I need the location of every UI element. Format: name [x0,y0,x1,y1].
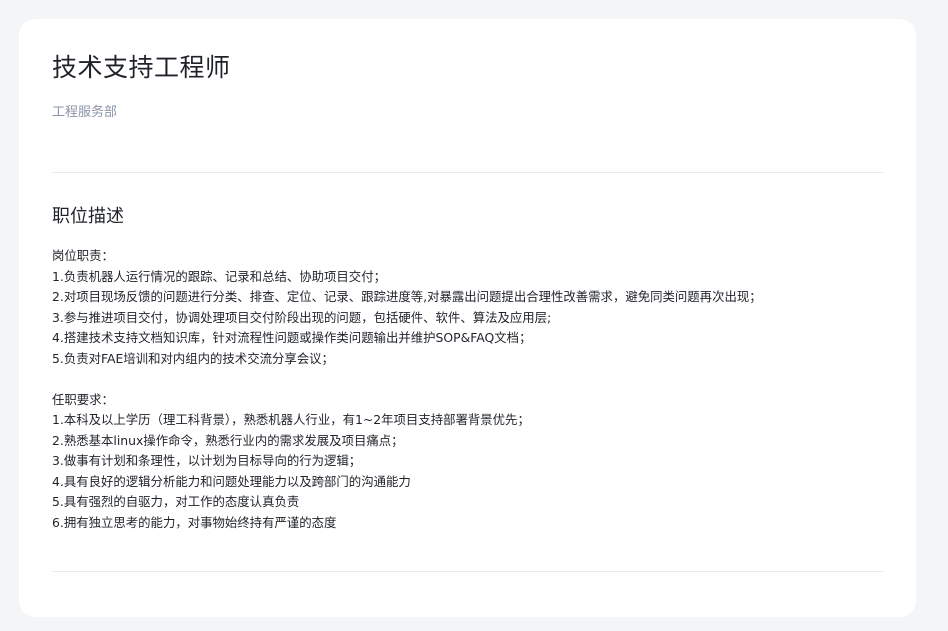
requirement-item: 4.具有良好的逻辑分析能力和问题处理能力以及跨部门的沟通能力 [52,473,411,489]
requirement-item: 6.拥有独立思考的能力，对事物始终持有严谨的态度 [52,514,337,530]
section-heading-job-description: 职位描述 [52,206,124,227]
requirement-item: 2.熟悉基本linux操作命令，熟悉行业内的需求发展及项目痛点； [52,432,404,448]
requirement-item: 1.本科及以上学历（理工科背景），熟悉机器人行业，有1~2年项目支持部署背景优先… [52,412,530,427]
requirement-item: 5.具有强烈的自驱力，对工作的态度认真负责 [52,494,300,509]
divider [52,172,883,173]
job-detail-card: 技术支持工程师 工程服务部 职位描述 岗位职责： 1.负责机器人运行情况的跟踪、… [19,19,916,617]
responsibility-item: 4.搭建技术支持文档知识库，针对流程性问题或操作类问题输出并维护SOP&FAQ文… [52,330,532,345]
job-description-body: 岗位职责： 1.负责机器人运行情况的跟踪、记录和总结、协助项目交付； 2.对项目… [52,246,883,533]
department-label: 工程服务部 [52,105,118,120]
requirement-item: 3.做事有计划和条理性，以计划为目标导向的行为逻辑； [52,453,362,468]
responsibility-item: 1.负责机器人运行情况的跟踪、记录和总结、协助项目交付； [52,268,386,284]
responsibility-item: 2.对项目现场反馈的问题进行分类、排查、定位、记录、跟踪进度等,对暴露出问题提出… [52,289,762,304]
job-title: 技术支持工程师 [52,53,231,82]
responsibility-item: 3.参与推进项目交付，协调处理项目交付阶段出现的问题，包括硬件、软件、算法及应用… [52,309,552,325]
responsibilities-label: 岗位职责： [52,248,114,263]
requirements-label: 任职要求： [52,391,114,407]
responsibility-item: 5.负责对FAE培训和对内组内的技术交流分享会议； [52,350,334,366]
divider [52,571,883,572]
